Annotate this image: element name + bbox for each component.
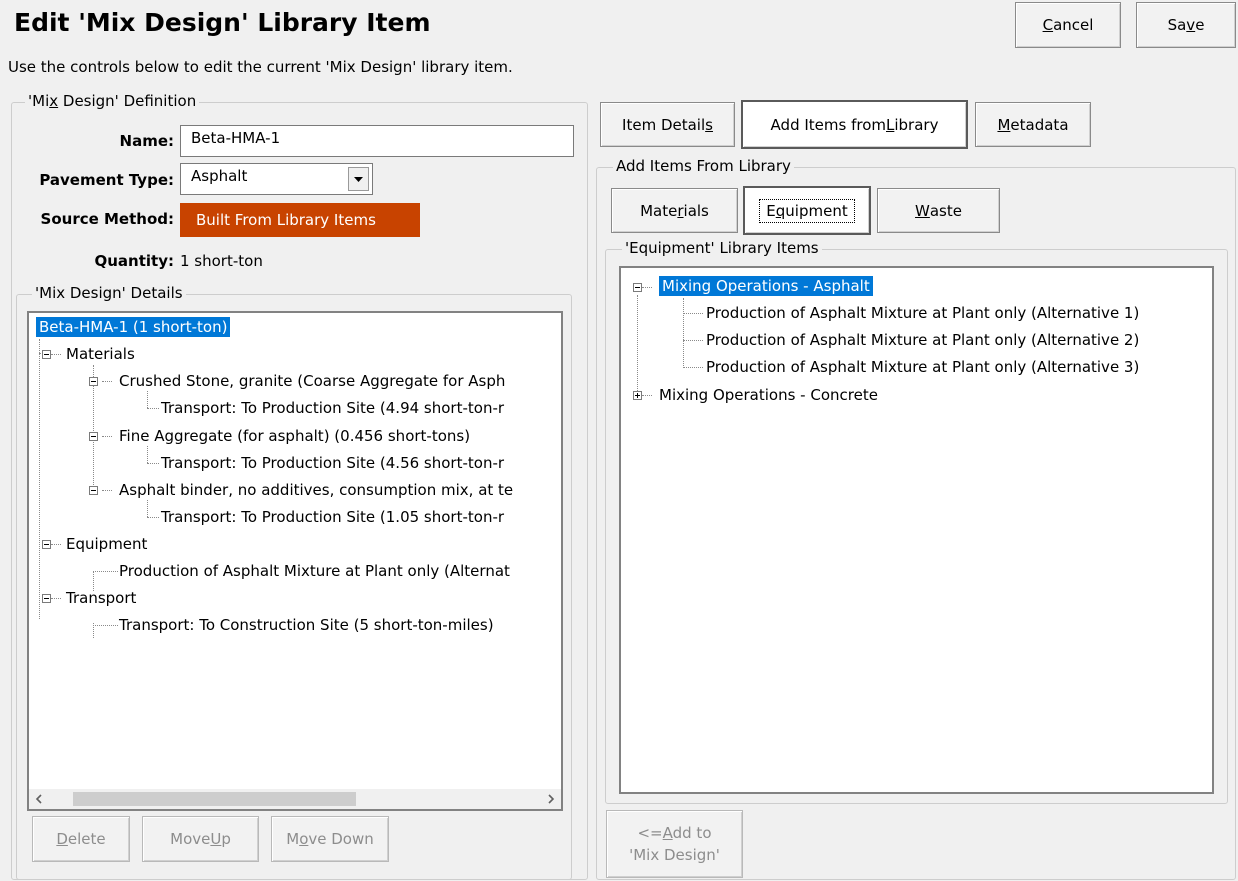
scroll-right-icon[interactable] <box>545 792 557 806</box>
tree-node-equipment-item[interactable]: Production of Asphalt Mixture at Plant o… <box>119 561 510 581</box>
name-label: Name: <box>119 132 174 150</box>
tree-node-transport-item[interactable]: Transport: To Construction Site (5 short… <box>119 615 494 635</box>
library-item[interactable]: Production of Asphalt Mixture at Plant o… <box>706 357 1139 377</box>
details-legend: 'Mix Design' Details <box>32 284 186 302</box>
collapse-icon[interactable] <box>89 486 98 495</box>
delete-button[interactable]: Delete <box>32 816 130 862</box>
quantity-label: Quantity: <box>94 252 175 270</box>
library-group-asphalt[interactable]: Mixing Operations - Asphalt <box>659 276 873 296</box>
library-legend: Add Items From Library <box>613 157 794 175</box>
library-group-concrete[interactable]: Mixing Operations - Concrete <box>659 385 878 405</box>
tree-node-equipment[interactable]: Equipment <box>66 534 147 554</box>
equipment-button[interactable]: Equipment <box>743 186 871 235</box>
collapse-icon[interactable] <box>633 283 642 292</box>
tree-node-material[interactable]: Crushed Stone, granite (Coarse Aggregate… <box>119 371 505 391</box>
move-down-button[interactable]: Mo ve Down <box>271 816 389 862</box>
tree-node-material[interactable]: Fine Aggregate (for asphalt) (0.456 shor… <box>119 426 470 446</box>
scrollbar-thumb[interactable] <box>73 792 356 806</box>
collapse-icon[interactable] <box>89 432 98 441</box>
save-button[interactable]: Sa v e <box>1136 2 1236 48</box>
mix-design-tree[interactable]: Beta-HMA-1 (1 short-ton) Materials Crush… <box>27 311 563 811</box>
tree-node-materials[interactable]: Materials <box>66 344 135 364</box>
library-item[interactable]: Production of Asphalt Mixture at Plant o… <box>706 330 1139 350</box>
tab-metadata[interactable]: Metadata <box>975 102 1091 147</box>
move-up-button[interactable]: Move Up <box>142 816 259 862</box>
tree-node-transport-item[interactable]: Transport: To Production Site (4.56 shor… <box>161 453 504 473</box>
waste-button[interactable]: Waste <box>877 188 1000 233</box>
tab-add-items-from-library[interactable]: Add Items from Library <box>741 100 968 149</box>
definition-legend: 'Mix Design' Definition <box>25 92 200 110</box>
library-items-legend: 'Equipment' Library Items <box>622 239 822 257</box>
page-title: Edit 'Mix Design' Library Item <box>14 8 431 37</box>
scroll-left-icon[interactable] <box>33 792 45 806</box>
collapse-icon[interactable] <box>89 377 98 386</box>
cancel-button[interactable]: Cancel <box>1015 2 1121 48</box>
source-method-label: Source Method: <box>40 210 174 228</box>
add-to-mix-design-button[interactable]: <=Add to 'Mix Design' <box>606 810 743 878</box>
tree-node-transport-item[interactable]: Transport: To Production Site (4.94 shor… <box>161 398 504 418</box>
library-item[interactable]: Production of Asphalt Mixture at Plant o… <box>706 303 1139 323</box>
tree-node-root[interactable]: Beta-HMA-1 (1 short-ton) <box>36 317 231 337</box>
name-field[interactable]: Beta-HMA-1 <box>180 125 574 157</box>
tree-node-transport[interactable]: Transport <box>66 588 136 608</box>
page-subtitle: Use the controls below to edit the curre… <box>8 58 513 76</box>
library-items-tree[interactable]: Mixing Operations - Asphalt Production o… <box>619 266 1214 794</box>
materials-button[interactable]: Mate r ials <box>611 188 738 233</box>
pavement-type-select[interactable]: Asphalt <box>180 163 373 195</box>
collapse-icon[interactable] <box>42 594 51 603</box>
quantity-value: 1 short-ton <box>180 252 263 270</box>
tree-node-material[interactable]: Asphalt binder, no additives, consumptio… <box>119 480 513 500</box>
tab-item-details[interactable]: Item Detail s <box>600 102 735 147</box>
source-method-value: Built From Library Items <box>180 203 420 237</box>
horizontal-scrollbar[interactable] <box>29 789 561 809</box>
collapse-icon[interactable] <box>42 540 51 549</box>
collapse-icon[interactable] <box>42 350 51 359</box>
dropdown-arrow-icon[interactable] <box>348 167 369 191</box>
tree-node-transport-item[interactable]: Transport: To Production Site (1.05 shor… <box>161 507 504 527</box>
expand-icon[interactable] <box>633 391 642 400</box>
pavement-type-label: Pavement Type: <box>39 171 174 189</box>
